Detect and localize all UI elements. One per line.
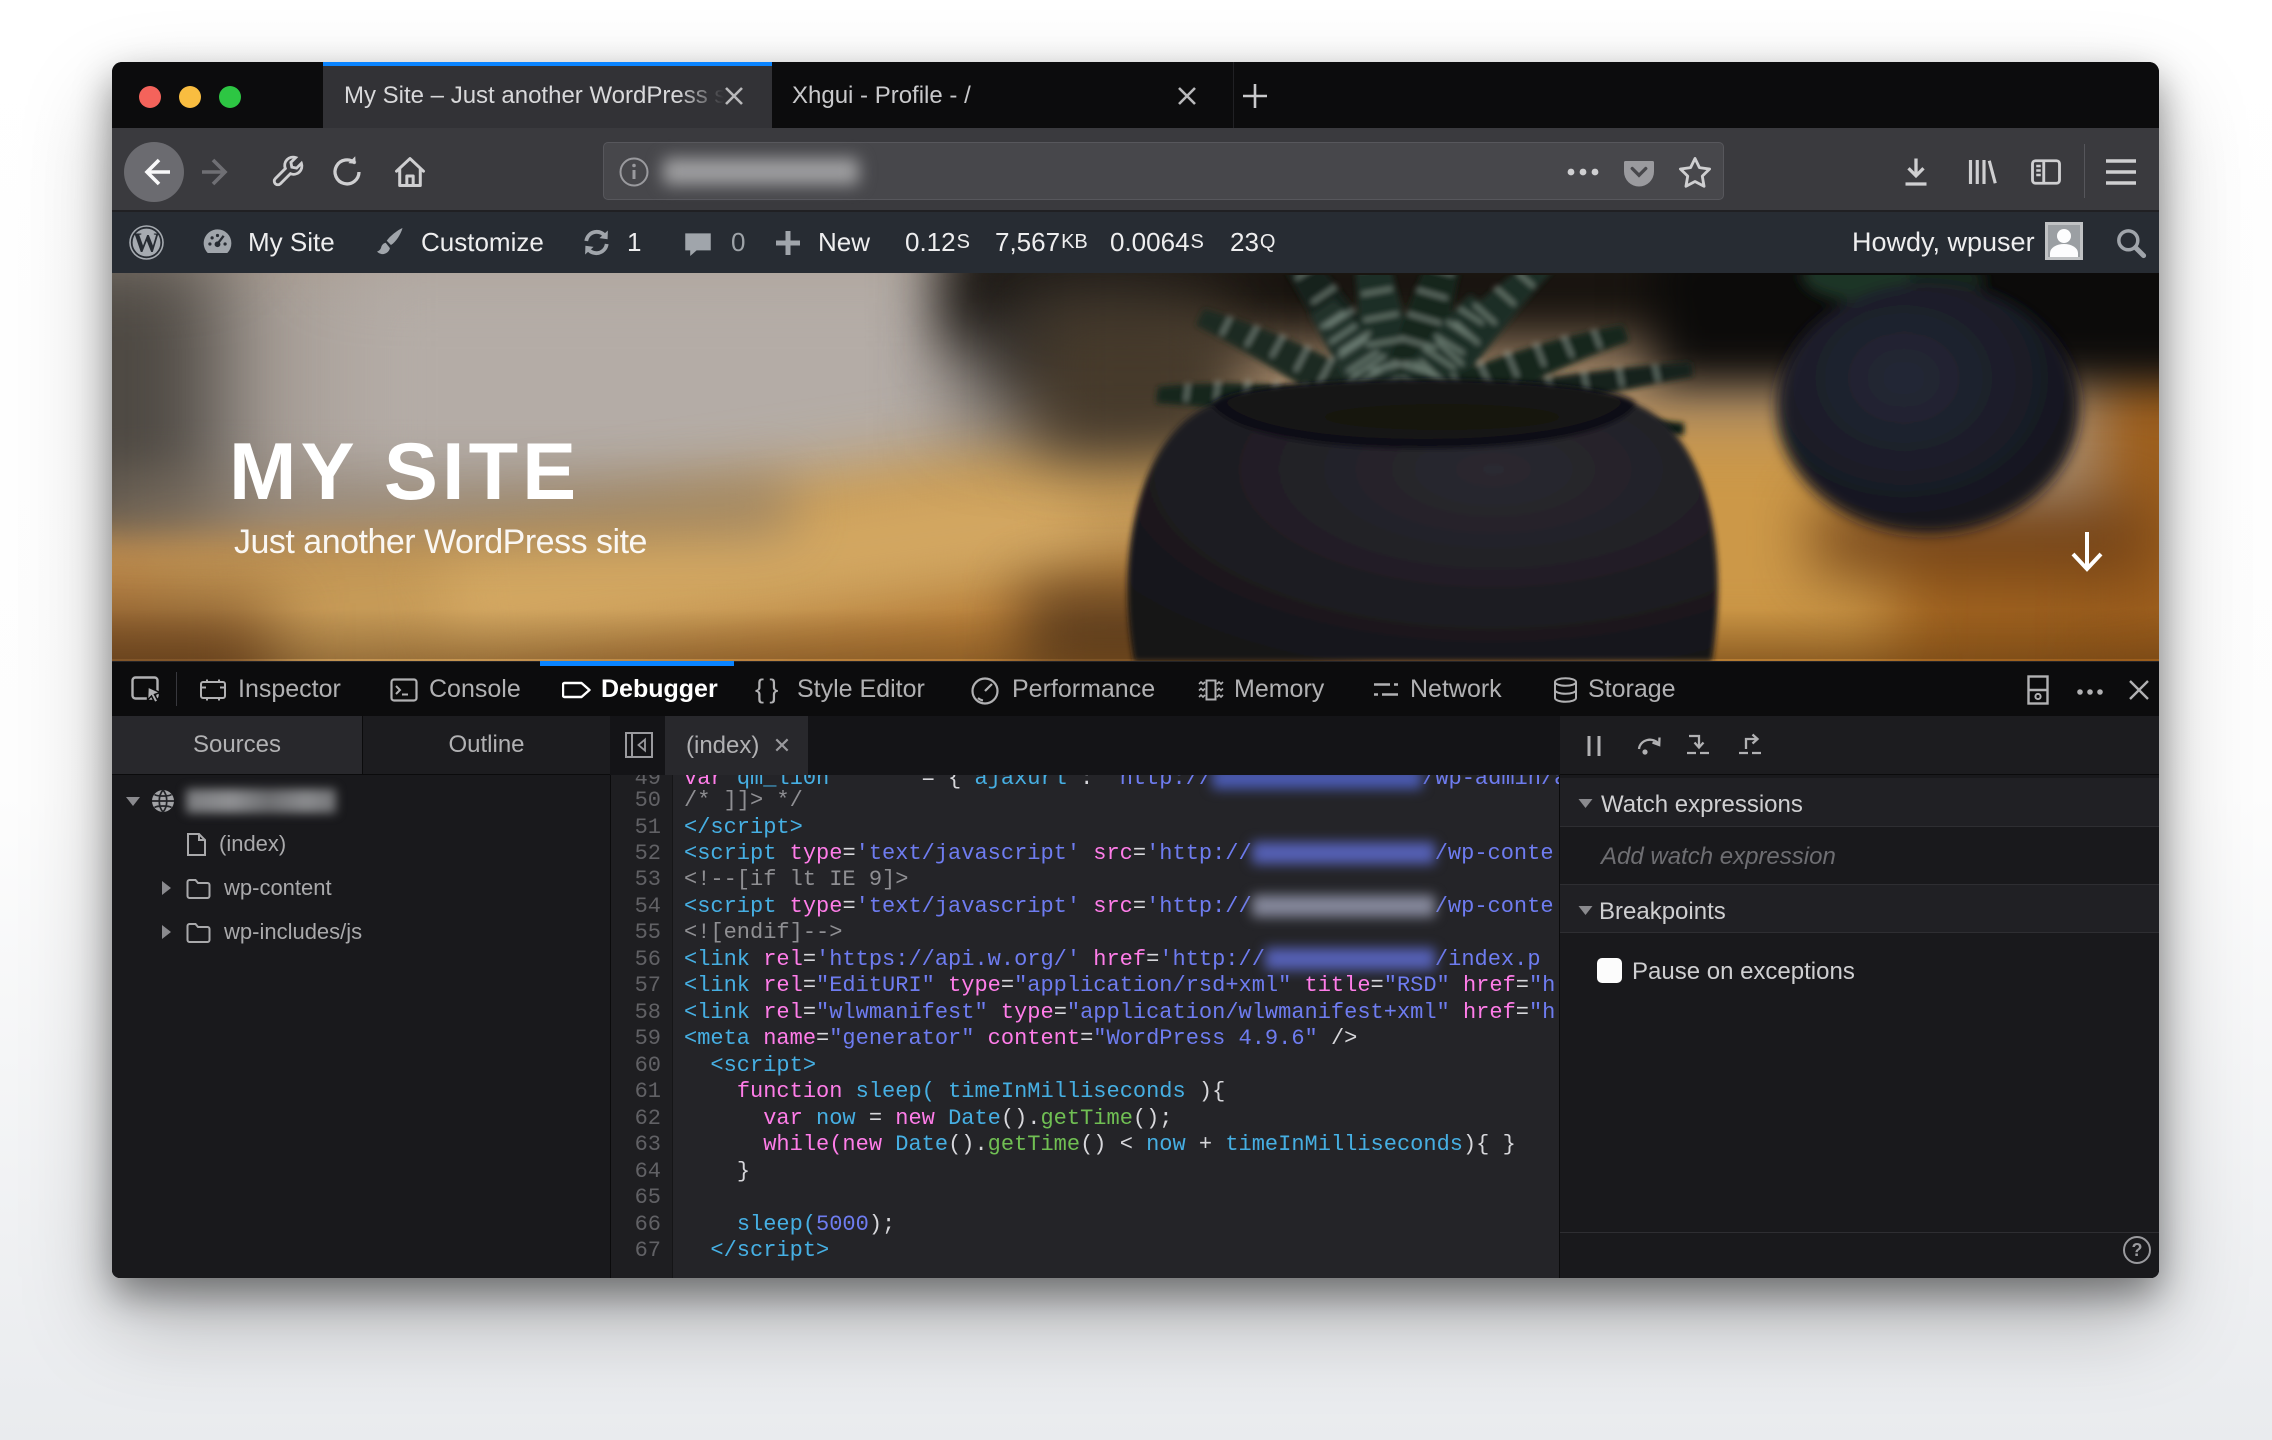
svg-text:W: W [133,228,160,258]
svg-text:?: ? [2132,1240,2143,1260]
